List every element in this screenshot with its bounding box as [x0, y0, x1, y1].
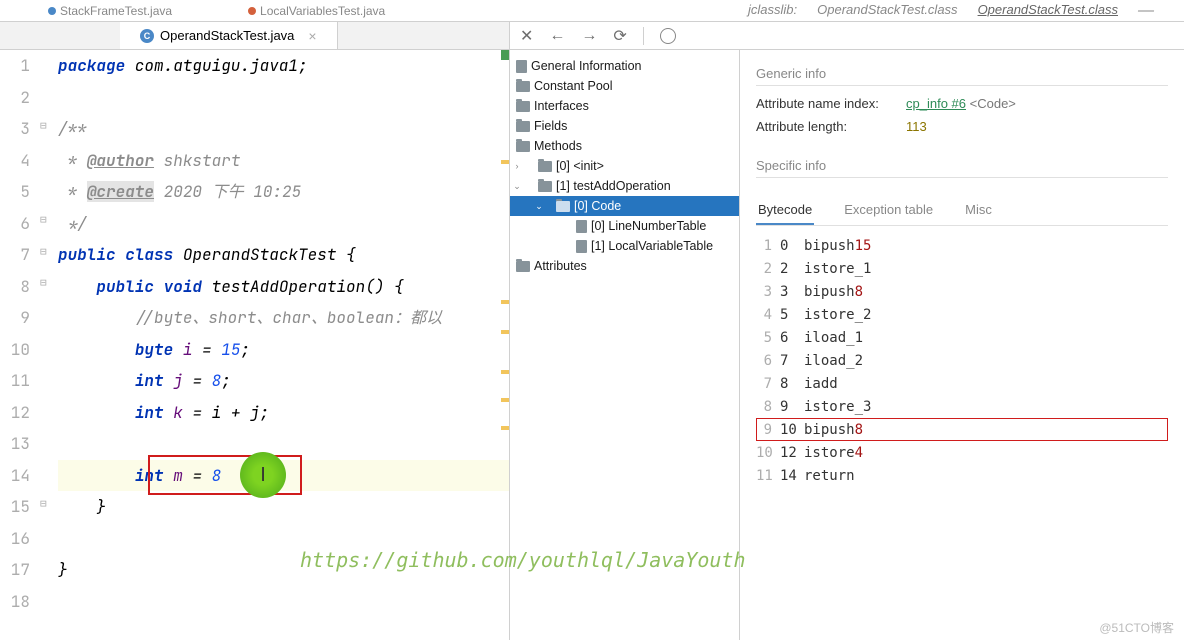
tree-node-methods[interactable]: Methods	[534, 139, 582, 153]
refresh-icon[interactable]: ⟳	[613, 26, 626, 46]
attr-len-value: 113	[906, 119, 927, 134]
tree-node-linenum[interactable]: [0] LineNumberTable	[591, 219, 706, 233]
tree-node-attributes[interactable]: Attributes	[534, 259, 587, 273]
fold-icon[interactable]: ⊟	[40, 497, 47, 511]
bytecode-row[interactable]: 89 istore_3	[756, 395, 1168, 418]
blog-watermark: @51CTO博客	[1099, 619, 1174, 636]
tab-bytecode[interactable]: Bytecode	[756, 196, 814, 225]
expand-icon[interactable]: ›	[510, 161, 524, 171]
fold-column: ⊟ ⊟ ⊟ ⊟ ⊟	[38, 50, 58, 640]
editor-tab-bar: C OperandStackTest.java ×	[0, 22, 509, 50]
collapse-icon[interactable]: ⌄	[532, 201, 546, 212]
cp-info-link[interactable]: cp_info #6	[906, 96, 966, 111]
folder-icon	[538, 161, 552, 172]
folder-icon	[538, 181, 552, 192]
bytecode-list: 10 bipush 1522 istore_1 33 bipush 845 is…	[756, 234, 1168, 487]
detail-panel: Generic info Attribute name index: cp_in…	[740, 50, 1184, 640]
folder-icon	[516, 121, 530, 132]
close-panel-icon[interactable]: ✕	[520, 26, 533, 46]
tab-exception[interactable]: Exception table	[842, 196, 935, 225]
bytecode-row[interactable]: 45 istore_2	[756, 303, 1168, 326]
tree-node-fields[interactable]: Fields	[534, 119, 567, 133]
line-gutter: 123456789101112131415161718	[0, 50, 38, 640]
folder-icon	[516, 141, 530, 152]
file-icon	[516, 60, 527, 73]
globe-icon[interactable]	[660, 28, 676, 44]
jclasslib-tabs: jclasslib: OperandStackTest.class Operan…	[748, 2, 1184, 20]
tree-node-testadd[interactable]: [1] testAddOperation	[556, 179, 671, 193]
bytecode-row[interactable]: 910 bipush 8	[756, 418, 1168, 441]
tab-misc[interactable]: Misc	[963, 196, 994, 225]
bytecode-row[interactable]: 22 istore_1	[756, 257, 1168, 280]
watermark: https://github.com/youthlql/JavaYouth	[300, 548, 746, 572]
close-icon[interactable]: ×	[308, 28, 316, 44]
inspection-ok-icon	[501, 50, 509, 60]
folder-icon	[516, 101, 530, 112]
fold-icon[interactable]: ⊟	[40, 276, 47, 290]
fold-icon[interactable]: ⊟	[40, 245, 47, 259]
file-tab-1[interactable]: StackFrameTest.java	[40, 0, 180, 21]
detail-subtabs: Bytecode Exception table Misc	[756, 196, 1168, 226]
cursor-highlight-icon: I	[240, 452, 286, 498]
cp-code: <Code>	[970, 96, 1016, 111]
java-class-icon: C	[140, 29, 154, 43]
jclasslib-tab-1[interactable]: OperandStackTest.class	[817, 2, 957, 20]
bytecode-row[interactable]: 10 bipush 15	[756, 234, 1168, 257]
fold-icon[interactable]: ⊟	[40, 213, 47, 227]
tree-node-constant-pool[interactable]: Constant Pool	[534, 79, 613, 93]
tree-node-interfaces[interactable]: Interfaces	[534, 99, 589, 113]
file-icon	[576, 240, 587, 253]
top-file-tabs: StackFrameTest.java LocalVariablesTest.j…	[0, 0, 1184, 22]
attr-len-label: Attribute length:	[756, 119, 906, 134]
tree-node-localvar[interactable]: [1] LocalVariableTable	[591, 239, 713, 253]
nav-forward-icon[interactable]: →	[581, 27, 597, 45]
folder-icon	[516, 261, 530, 272]
specific-info-header: Specific info	[756, 158, 1168, 178]
fold-icon[interactable]: ⊟	[40, 119, 47, 133]
file-icon	[576, 220, 587, 233]
folder-icon	[556, 201, 570, 212]
generic-info-header: Generic info	[756, 66, 1168, 86]
attr-name-label: Attribute name index:	[756, 96, 906, 111]
file-tab-2[interactable]: LocalVariablesTest.java	[240, 0, 393, 21]
bytecode-row[interactable]: 33 bipush 8	[756, 280, 1168, 303]
folder-icon	[516, 81, 530, 92]
bytecode-row[interactable]: 1012 istore 4	[756, 441, 1168, 464]
nav-back-icon[interactable]: ←	[549, 27, 565, 45]
bytecode-row[interactable]: 67 iload_2	[756, 349, 1168, 372]
tree-node-general[interactable]: General Information	[531, 59, 641, 73]
tree-node-code[interactable]: [0] Code	[574, 199, 621, 213]
bytecode-row[interactable]: 78 iadd	[756, 372, 1168, 395]
jclasslib-label: jclasslib:	[748, 2, 797, 20]
collapse-icon[interactable]: ⌄	[510, 181, 524, 192]
bytecode-row[interactable]: 1114 return	[756, 464, 1168, 487]
bytecode-row[interactable]: 56 iload_1	[756, 326, 1168, 349]
editor-tab-label: OperandStackTest.java	[160, 28, 294, 43]
tree-node-init[interactable]: [0] <init>	[556, 159, 604, 173]
editor-tab[interactable]: C OperandStackTest.java ×	[120, 22, 338, 49]
jclasslib-tab-2[interactable]: OperandStackTest.class	[978, 2, 1118, 20]
minimize-icon[interactable]: —	[1138, 2, 1154, 20]
jclasslib-toolbar: ✕ ← → ⟳	[510, 22, 1184, 50]
